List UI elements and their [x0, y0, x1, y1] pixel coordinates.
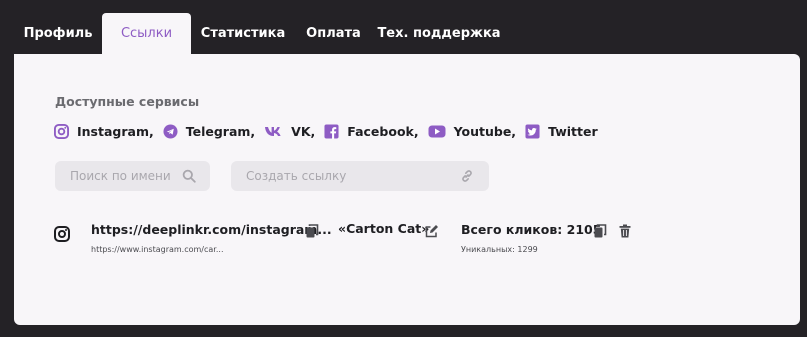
youtube-icon	[428, 124, 446, 139]
instagram-icon	[54, 123, 69, 139]
original-link: https://www.instagram.com/car...	[91, 245, 224, 254]
tab-statistics[interactable]: Статистика	[191, 13, 295, 54]
instagram-icon	[54, 226, 70, 242]
tab-bar: Профиль Ссылки Статистика Оплата Тех. по…	[14, 13, 794, 54]
facebook-icon	[324, 123, 339, 139]
service-youtube[interactable]: Youtube,	[428, 124, 516, 139]
copy-icon[interactable]	[593, 224, 607, 238]
twitter-icon	[525, 123, 540, 139]
service-label: VK,	[291, 123, 316, 139]
service-telegram[interactable]: Telegram,	[163, 124, 255, 139]
service-instagram[interactable]: Instagram,	[54, 123, 154, 139]
services-list: Instagram, Telegram, VK, Facebook, Youtu…	[54, 121, 607, 141]
edit-icon[interactable]	[425, 224, 439, 238]
service-facebook[interactable]: Facebook,	[324, 123, 419, 139]
copy-icon[interactable]	[305, 224, 319, 238]
search-icon[interactable]	[182, 169, 196, 183]
service-label: Twitter	[548, 123, 598, 139]
total-clicks: Всего кликов: 2105	[461, 222, 602, 237]
unique-clicks: Уникальных: 1299	[461, 245, 538, 254]
service-twitter[interactable]: Twitter	[525, 124, 598, 139]
tab-profile[interactable]: Профиль	[14, 13, 102, 54]
create-link-input[interactable]	[231, 161, 489, 191]
service-label: Facebook,	[347, 123, 419, 139]
tab-support[interactable]: Тех. поддержка	[372, 13, 506, 54]
telegram-icon	[163, 123, 178, 139]
short-link[interactable]: https://deeplinkr.com/instagram...	[91, 222, 332, 237]
vk-icon	[264, 124, 283, 139]
trash-icon[interactable]	[618, 224, 632, 238]
create-link-box	[231, 161, 489, 191]
search-box	[55, 161, 210, 191]
tab-links[interactable]: Ссылки	[102, 13, 191, 54]
tab-payment[interactable]: Оплата	[295, 13, 372, 54]
service-label: Youtube,	[453, 123, 517, 139]
link-name: «Carton Cat»	[338, 221, 430, 236]
services-title: Доступные сервисы	[55, 94, 200, 109]
service-label: Telegram,	[185, 123, 256, 139]
link-icon[interactable]	[460, 169, 474, 183]
links-panel: Доступные сервисы Instagram, Telegram, V…	[14, 54, 800, 325]
service-label: Instagram,	[77, 123, 154, 139]
service-vk[interactable]: VK,	[264, 124, 315, 139]
